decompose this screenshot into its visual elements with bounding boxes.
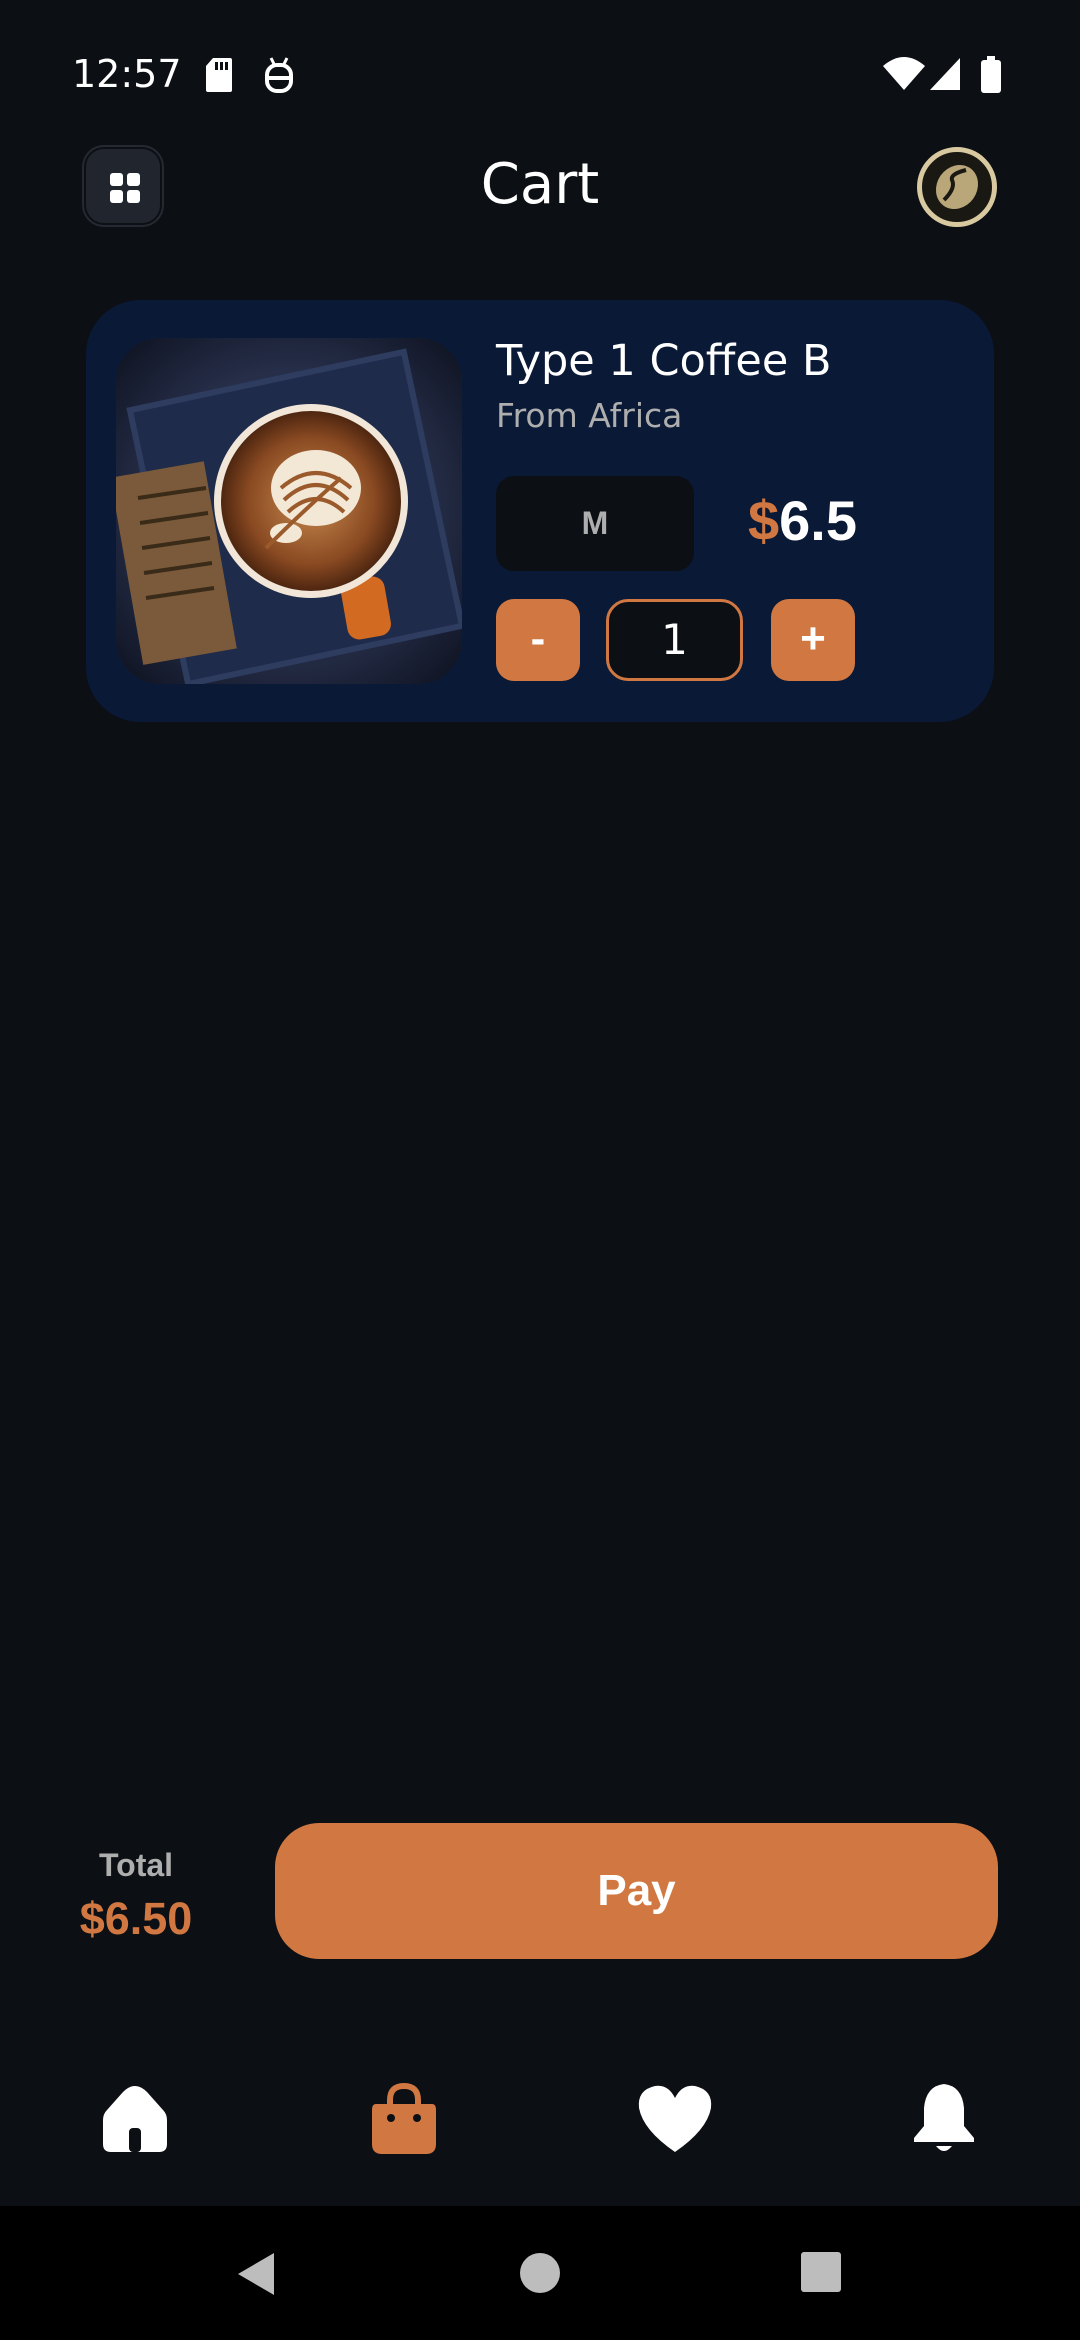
total-label: Total — [98, 1847, 174, 1883]
item-price: $6.5 — [748, 488, 857, 553]
latte-art-coffee-photo — [116, 338, 462, 684]
recents-icon[interactable] — [800, 2251, 842, 2293]
coffee-bean-icon — [935, 164, 979, 210]
cart-item-card[interactable]: Type 1 Coffee B From Africa M $6.5 - 1 + — [86, 300, 994, 722]
wifi-icon — [883, 57, 925, 90]
status-time: 12:57 — [72, 52, 182, 96]
product-name: Type 1 Coffee B — [496, 336, 832, 386]
decrement-button[interactable]: - — [496, 599, 580, 681]
back-icon[interactable] — [234, 2251, 278, 2297]
size-chip[interactable]: M — [496, 476, 694, 571]
currency-symbol: $ — [748, 489, 780, 552]
debug-icon — [265, 57, 293, 93]
status-bar: 12:57 — [0, 0, 1080, 150]
bottom-nav — [0, 2040, 1080, 2206]
signal-icon — [930, 58, 960, 90]
battery-icon — [981, 56, 1001, 93]
product-origin: From Africa — [496, 396, 683, 435]
product-image — [116, 338, 462, 684]
avatar[interactable] — [917, 147, 997, 227]
total-value: $6.50 — [79, 1893, 193, 1944]
home-circle-icon[interactable] — [518, 2251, 562, 2295]
shopping-bag-icon[interactable] — [364, 2078, 444, 2158]
home-icon[interactable] — [95, 2078, 175, 2158]
increment-button[interactable]: + — [771, 599, 855, 681]
pay-button[interactable]: Pay — [275, 1823, 998, 1959]
sd-card-icon — [206, 58, 232, 92]
heart-icon[interactable] — [635, 2078, 715, 2158]
quantity-value[interactable]: 1 — [606, 599, 743, 681]
bell-icon[interactable] — [904, 2078, 984, 2158]
price-amount: 6.5 — [779, 489, 858, 552]
system-nav-bar — [0, 2206, 1080, 2340]
